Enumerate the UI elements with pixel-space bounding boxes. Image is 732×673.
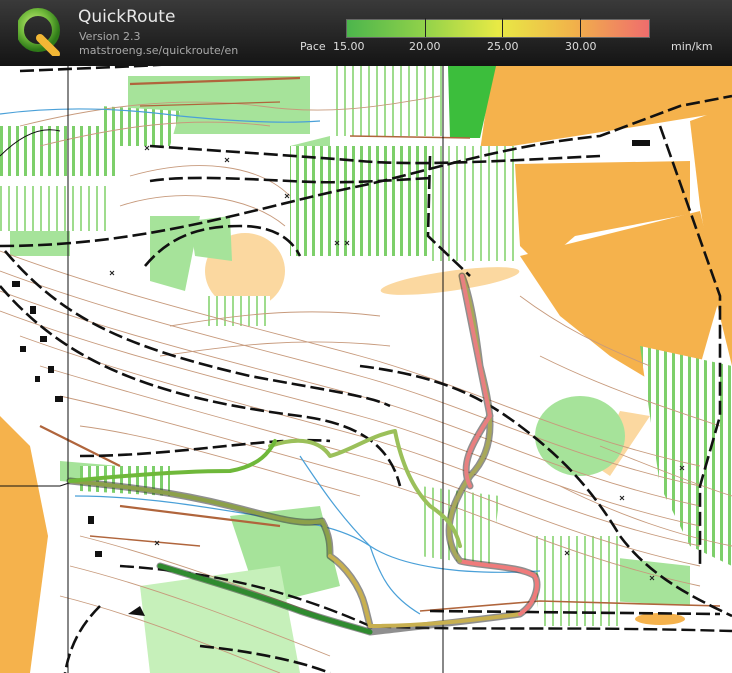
app-version: Version 2.3 (79, 30, 141, 43)
pace-tick-25 (502, 18, 503, 37)
pace-tick-label-25: 25.00 (487, 40, 519, 53)
app-header: QuickRoute Version 2.3 matstroeng.se/qui… (0, 0, 732, 66)
pace-tick-label-30: 30.00 (565, 40, 597, 53)
pace-tick-20 (425, 18, 426, 37)
pace-unit: min/km (671, 40, 713, 53)
app-url[interactable]: matstroeng.se/quickroute/en (79, 44, 238, 57)
pace-tick-30 (580, 18, 581, 37)
pace-tick-label-20: 20.00 (409, 40, 441, 53)
pace-label: Pace (300, 40, 326, 53)
orienteering-map[interactable] (0, 66, 732, 673)
pace-tick-label-15: 15.00 (333, 40, 365, 53)
app-title: QuickRoute (78, 7, 176, 27)
quickroute-logo-icon (18, 8, 60, 56)
pace-color-scale (346, 19, 650, 38)
